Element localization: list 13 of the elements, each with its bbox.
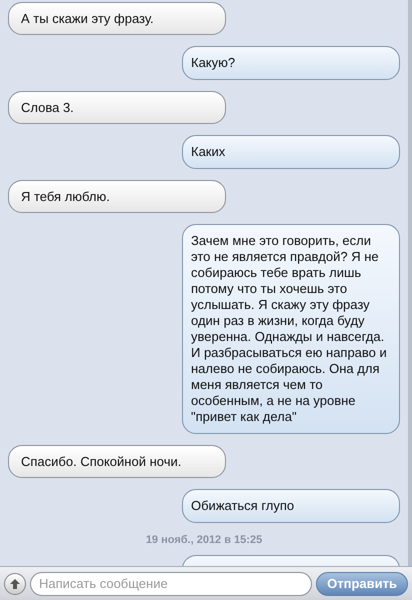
received-message: Спасибо. Спокойной ночи. <box>8 445 226 478</box>
sent-message: Обижаться глупо <box>182 489 400 523</box>
sent-message: Каких <box>182 135 400 169</box>
message-input-field[interactable]: Написать сообщение <box>30 572 312 596</box>
sent-message: Какую? <box>182 46 400 80</box>
received-message: А ты скажи эту фразу. <box>8 2 226 35</box>
attach-button[interactable] <box>4 572 26 594</box>
sent-message: Зачем мне это говорить, если это не является правдой? Я не собираюсь тебе врать лишь потому что ты хочешь это услышать. Я скажу эту фразу один раз в жизни, когда буду уверенна. Однажды и навсегда. И разбрасываться ею направо и налево не собираюсь. Она для меня является чем то особенным, а не на уровне "привет как дела" <box>182 224 400 434</box>
up-arrow-icon <box>9 578 21 590</box>
received-message: Слова 3. <box>8 91 226 124</box>
received-message: Я тебя люблю. <box>8 180 226 213</box>
send-button[interactable]: Отправить <box>316 572 408 596</box>
timestamp: 19 нояб., 2012 в 15:25 <box>146 534 262 546</box>
